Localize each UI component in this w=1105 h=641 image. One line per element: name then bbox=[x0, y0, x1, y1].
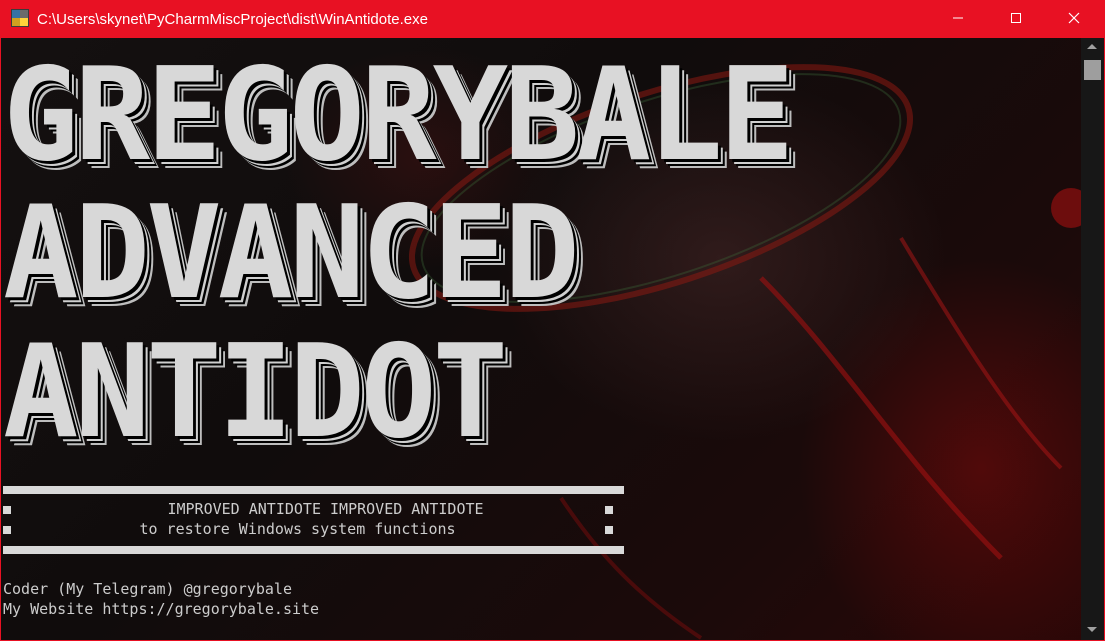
box-bottom-border bbox=[3, 546, 624, 554]
box-left-mark bbox=[3, 506, 11, 514]
box-line-1: IMPROVED ANTIDOTE IMPROVED ANTIDOTE bbox=[167, 500, 484, 518]
close-icon bbox=[1068, 11, 1080, 28]
website-line: My Website https://gregorybale.site bbox=[3, 600, 320, 618]
scrollbar-thumb[interactable] bbox=[1084, 60, 1101, 80]
maximize-icon bbox=[1010, 11, 1022, 28]
vertical-scrollbar[interactable] bbox=[1081, 38, 1104, 640]
python-exe-icon bbox=[11, 9, 29, 27]
banner-line-2: ADVANCED bbox=[3, 179, 580, 328]
scroll-up-arrow-icon[interactable] bbox=[1087, 44, 1097, 49]
console-window: C:\Users\skynet\PyCharmMiscProject\dist\… bbox=[0, 0, 1105, 641]
box-line-2: to restore Windows system functions bbox=[139, 520, 456, 538]
minimize-icon bbox=[952, 11, 964, 28]
console-output[interactable]: GREGORYBALE ADVANCED ANTIDOT IMPROVED AN… bbox=[1, 38, 1081, 640]
banner-line-3: ANTIDOT bbox=[3, 318, 508, 467]
maximize-button[interactable] bbox=[987, 1, 1045, 38]
close-button[interactable] bbox=[1045, 1, 1103, 38]
window-title: C:\Users\skynet\PyCharmMiscProject\dist\… bbox=[37, 11, 428, 28]
title-bar[interactable]: C:\Users\skynet\PyCharmMiscProject\dist\… bbox=[1, 1, 1104, 38]
box-top-border bbox=[3, 486, 624, 494]
minimize-button[interactable] bbox=[929, 1, 987, 38]
scroll-down-arrow-icon[interactable] bbox=[1087, 627, 1097, 632]
coder-telegram-line: Coder (My Telegram) @gregorybale bbox=[3, 580, 292, 598]
banner-line-1: GREGORYBALE bbox=[3, 41, 795, 190]
